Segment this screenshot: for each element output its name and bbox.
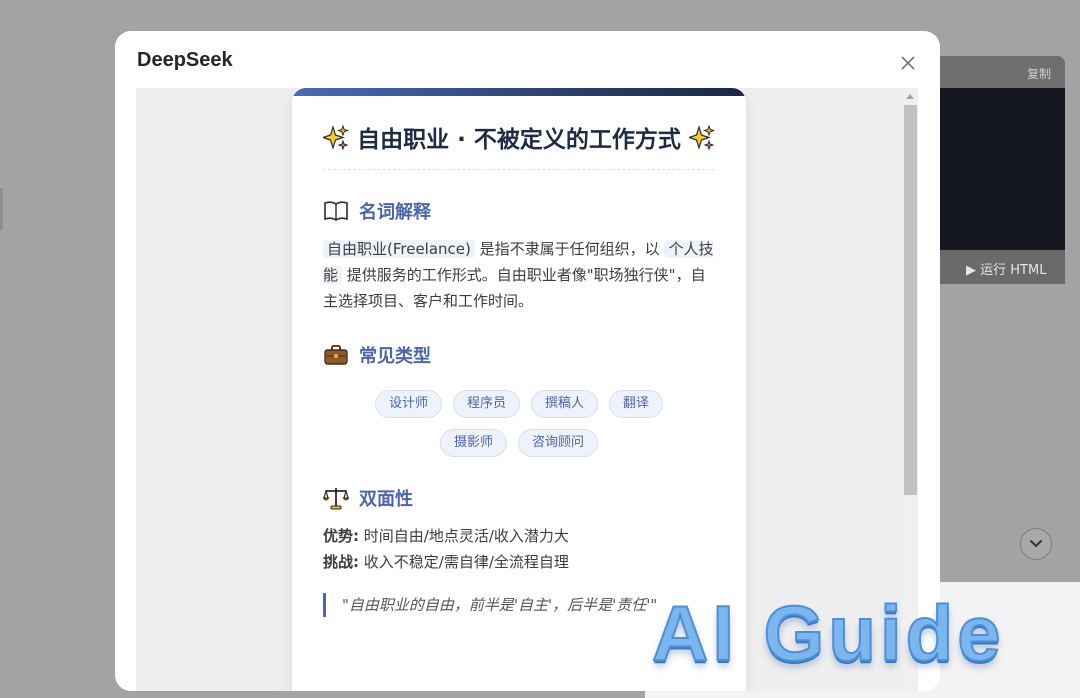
chevron-down-icon [1030,540,1042,548]
ai-guide-watermark: AI Guide [651,589,1005,677]
type-tag: 咨询顾问 [518,429,599,457]
code-panel: 复制 ▶ 运行 HTML [930,56,1065,284]
definition-text-a: 是指不隶属于任何组织，以 [474,240,665,258]
briefcase-icon [324,345,348,365]
cons-label: 挑战: [323,553,359,571]
section-heading-types: 常见类型 [323,342,715,368]
pros-line: 优势: 时间自由/地点灵活/收入潜力大 [323,523,715,549]
pros-text: 时间自由/地点灵活/收入潜力大 [359,527,569,545]
pros-label: 优势: [323,527,359,545]
definition-text-b: 提供服务的工作形式。自由职业者像"职场独行侠"，自主选择项目、客户和工作时间。 [323,266,706,310]
definition-paragraph: 自由职业(Freelance) 是指不隶属于任何组织，以 个人技能 提供服务的工… [323,236,715,314]
type-tag: 程序员 [452,390,520,418]
section-heading-definition: 名词解释 [323,198,715,224]
code-area [930,88,1065,250]
type-tag: 摄影师 [439,429,507,457]
copy-button[interactable]: 复制 [930,56,1065,88]
duality-heading: 双面性 [359,489,413,510]
scroll-up-arrow[interactable] [906,94,914,99]
close-icon [901,56,915,70]
definition-heading: 名词解释 [359,202,431,223]
types-heading: 常见类型 [359,346,431,367]
type-tag-list: 设计师 程序员 撰稿人 翻译 摄影师 咨询顾问 [323,390,715,457]
title-divider [323,169,715,170]
close-button[interactable] [898,53,918,73]
play-icon: ▶ [966,263,981,278]
dialog-title: DeepSeek [137,49,233,71]
highlight-term: 自由职业(Freelance) [323,240,475,258]
background-edge [0,188,3,230]
section-heading-duality: 双面性 [323,485,715,511]
run-html-label: 运行 HTML [980,263,1047,278]
open-book-icon [324,201,348,221]
type-tag: 撰稿人 [531,390,599,418]
sparkles-icon [688,125,715,151]
scrollbar-thumb[interactable] [904,105,917,495]
balance-scale-icon [323,488,349,510]
sparkles-icon [323,125,350,151]
type-tag: 设计师 [374,390,442,418]
type-tag: 翻译 [609,390,664,418]
cons-text: 收入不稳定/需自律/全流程自理 [359,553,569,571]
cons-line: 挑战: 收入不稳定/需自律/全流程自理 [323,549,715,575]
card-title-text: 自由职业 · 不被定义的工作方式 [357,127,681,153]
card-title: 自由职业 · 不被定义的工作方式 [323,124,715,157]
card-top-bar [292,88,746,96]
scroll-down-button[interactable] [1020,528,1052,560]
run-html-button[interactable]: ▶ 运行 HTML [930,250,1065,284]
